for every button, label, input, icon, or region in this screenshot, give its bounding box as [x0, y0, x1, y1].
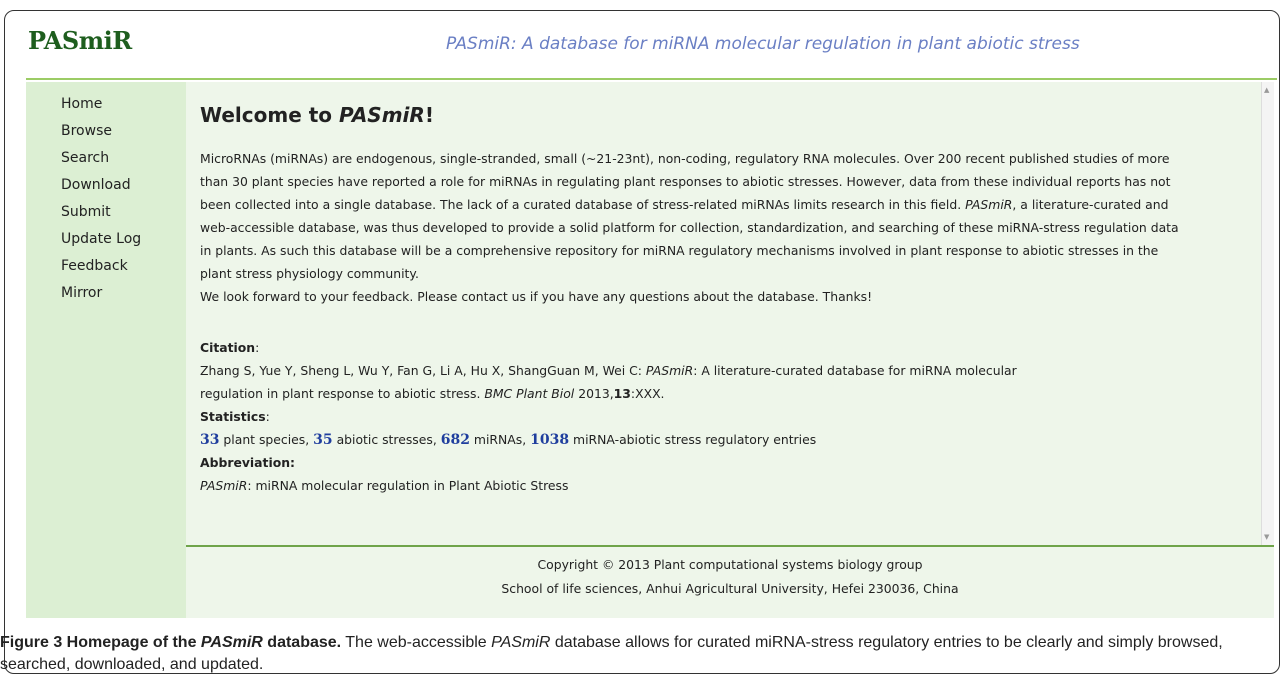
citation-db-name: PASmiR: [645, 363, 694, 378]
citation-line-1: Zhang S, Yue Y, Sheng L, Wu Y, Fan G, Li…: [200, 363, 1017, 378]
caption-db-name: PASmiR: [200, 634, 263, 651]
citation-volume: 13: [613, 386, 631, 401]
abbreviation-text: : miRNA molecular regulation in Plant Ab…: [247, 478, 569, 493]
nav-item-update-log[interactable]: Update Log: [61, 230, 186, 257]
caption-fig-label: Figure 3 Homepage of the: [0, 634, 201, 651]
caption-text-a: The web-accessible: [341, 634, 492, 651]
intro-text: MicroRNAs (miRNAs) are endogenous, singl…: [200, 147, 1190, 308]
main-content: Welcome to PASmiR! MicroRNAs (miRNAs) ar…: [186, 82, 1274, 545]
nav-item-download[interactable]: Download: [61, 176, 186, 203]
mirna-label: miRNAs,: [469, 432, 531, 447]
mirna-count[interactable]: 682: [441, 432, 470, 448]
citation-line-2: regulation in plant response to abiotic …: [200, 386, 665, 401]
intro-feedback-paragraph: We look forward to your feedback. Please…: [200, 289, 873, 304]
scroll-down-arrow-icon[interactable]: ▼: [1264, 533, 1269, 541]
nav-item-home[interactable]: Home: [61, 95, 186, 122]
statistics-label: Statistics: [200, 409, 266, 424]
citation-journal: BMC Plant Biol: [484, 386, 575, 401]
nav-item-mirror[interactable]: Mirror: [61, 284, 186, 311]
entries-count[interactable]: 1038: [530, 432, 569, 448]
citation-colon: :: [255, 340, 260, 355]
citation-title: : A literature-curated database for miRN…: [693, 363, 1017, 378]
footer-address: School of life sciences, Anhui Agricultu…: [501, 581, 959, 596]
species-count[interactable]: 33: [200, 432, 219, 448]
citation-label: Citation: [200, 340, 256, 355]
entries-label: miRNA-abiotic stress regulatory entries: [569, 432, 817, 447]
abbreviation-line: PASmiR: miRNA molecular regulation in Pl…: [200, 478, 568, 493]
scroll-up-arrow-icon[interactable]: ▲: [1264, 86, 1269, 94]
statistics-heading: Statistics:: [200, 409, 270, 424]
welcome-db-name: PASmiR: [339, 103, 425, 127]
nav-item-browse[interactable]: Browse: [61, 122, 186, 149]
stress-label: abiotic stresses,: [332, 432, 441, 447]
abbreviation-db-name: PASmiR: [200, 478, 248, 493]
caption-text-db-name: PASmiR: [491, 634, 551, 651]
content-scrollbar[interactable]: ▲ ▼: [1261, 82, 1274, 545]
caption-figure-title: Figure 3 Homepage of the PASmiR database…: [0, 634, 341, 651]
abbreviation-heading: Abbreviation:: [200, 455, 295, 470]
site-slogan: PASmiR: A database for miRNA molecular r…: [446, 34, 1080, 54]
citation-year: 2013,: [574, 386, 614, 401]
stress-count[interactable]: 35: [313, 432, 332, 448]
welcome-prefix: Welcome to: [200, 103, 339, 127]
page-title: Welcome to PASmiR!: [200, 103, 434, 127]
footer-copyright: Copyright © 2013 Plant computational sys…: [537, 557, 923, 572]
intro-db-name: PASmiR: [965, 197, 1013, 212]
nav-item-feedback[interactable]: Feedback: [61, 257, 186, 284]
site-header: PASmiR PASmiR: A database for miRNA mole…: [26, 18, 1277, 80]
welcome-suffix: !: [424, 103, 434, 127]
intro-paragraph: MicroRNAs (miRNAs) are endogenous, singl…: [200, 147, 1190, 285]
citation-pages: :XXX.: [630, 386, 665, 401]
figure-caption: Figure 3 Homepage of the PASmiR database…: [0, 632, 1283, 676]
species-label: plant species,: [219, 432, 314, 447]
citation-heading: Citation:: [200, 340, 259, 355]
citation-line2-text: regulation in plant response to abiotic …: [200, 386, 485, 401]
nav-item-submit[interactable]: Submit: [61, 203, 186, 230]
statistics-line: 33 plant species, 35 abiotic stresses, 6…: [200, 432, 816, 448]
site-footer: Copyright © 2013 Plant computational sys…: [186, 547, 1274, 618]
citation-authors: Zhang S, Yue Y, Sheng L, Wu Y, Fan G, Li…: [200, 363, 646, 378]
nav-item-search[interactable]: Search: [61, 149, 186, 176]
sidebar-nav: Home Browse Search Download Submit Updat…: [26, 82, 186, 618]
statistics-colon: :: [265, 409, 270, 424]
caption-fig-end: database.: [262, 634, 342, 651]
